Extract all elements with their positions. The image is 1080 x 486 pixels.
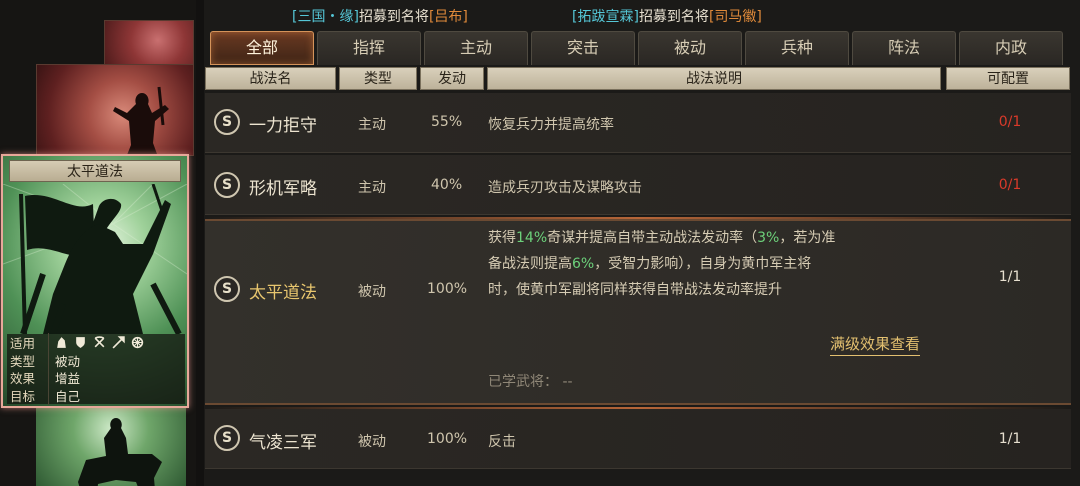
recruit-general-1: 吕布: [434, 9, 463, 25]
tactic-description: 获得14%奇谋并提高自带主动战法发动率（3%，若为准 备战法则提高6%，受智力影…: [488, 225, 835, 303]
tactic-description: 造成兵刃攻击及谋略攻击: [488, 180, 642, 196]
card-title: 太平道法: [9, 160, 181, 182]
recruit-announcement-2: [拓跋宣霖]招募到名将[司马徽]: [572, 6, 762, 28]
rank-s-badge: S: [214, 109, 240, 135]
card-info-applies: 适用: [7, 333, 185, 353]
learned-label: 已学武将：: [488, 374, 558, 390]
tactic-row[interactable]: S 一力拒守 主动 55% 恢复兵力并提高统率 0/1: [205, 93, 1071, 153]
tactic-name: 气凌三军: [249, 433, 317, 453]
tactic-type: 主动: [358, 117, 386, 133]
unit-type-icons: [49, 336, 144, 349]
warrior-silhouette-icon: [113, 86, 169, 155]
wheel-icon: [131, 337, 144, 349]
tactic-description: 恢复兵力并提高统率: [488, 117, 614, 133]
tactic-type: 主动: [358, 180, 386, 196]
tactic-artwork: [3, 184, 187, 334]
bracket: ]: [462, 9, 468, 25]
highlight-value: 3%: [757, 230, 780, 246]
tactic-card-thumbnail-top[interactable]: [104, 20, 194, 70]
description-line: 时，使黄巾军副将同样获得自带战法发动率提升: [488, 282, 782, 298]
recruit-general-2: 司马徽: [714, 9, 757, 25]
tactic-row[interactable]: S 气凌三军 被动 100% 反击 1/1: [205, 409, 1071, 469]
tactic-card-thumbnail-green[interactable]: [36, 404, 186, 486]
cavalry-icon: [57, 337, 66, 349]
card-info-panel: 适用 类型 被动 效果 增益 目标 自己: [7, 333, 185, 405]
tactic-rate: 40%: [431, 177, 463, 193]
tactic-card-thumbnail-red[interactable]: [36, 64, 194, 156]
bracket: ]: [756, 9, 762, 25]
tab-internal-affairs[interactable]: 内政: [959, 31, 1063, 65]
column-header-rate[interactable]: 发动: [420, 67, 484, 90]
text: ，若为准: [779, 230, 836, 246]
text: ，受智力影响），自身为黄巾军主将: [594, 256, 812, 272]
tactic-rate: 55%: [431, 114, 463, 130]
card-info-target: 目标 自己: [7, 385, 185, 405]
column-header-name[interactable]: 战法名: [205, 67, 336, 90]
bow-icon: [94, 336, 105, 348]
column-separator: [196, 0, 204, 486]
tactic-rate: 100%: [427, 281, 468, 297]
view-max-level-effect-link[interactable]: 满级效果查看: [830, 333, 921, 356]
tactic-type: 被动: [358, 434, 386, 450]
learned-value: --: [562, 374, 573, 390]
recruit-announcement-1: [三国・缘]招募到名将[吕布]: [292, 6, 468, 28]
tab-troop-type[interactable]: 兵种: [745, 31, 849, 65]
tactic-list: S 一力拒守 主动 55% 恢复兵力并提高统率 0/1 S 形机军略 主动 40…: [205, 93, 1071, 486]
tab-formation[interactable]: 阵法: [852, 31, 956, 65]
cavalry-silhouette-icon: [78, 418, 162, 486]
table-header: 战法名 类型 发动 战法说明 可配置: [205, 67, 1071, 91]
tactic-config-count: 1/1: [998, 269, 1022, 285]
highlight-value: 6%: [572, 256, 595, 272]
rank-s-badge: S: [214, 425, 240, 451]
shield-icon: [76, 337, 85, 349]
tab-assault[interactable]: 突击: [531, 31, 635, 65]
tab-active[interactable]: 主动: [424, 31, 528, 65]
description-line: 获得14%奇谋并提高自带主动战法发动率（3%，若为准: [488, 225, 835, 251]
tactic-config-count: 1/1: [998, 431, 1022, 447]
type-label: 类型: [7, 350, 49, 370]
tactic-config-count: 0/1: [998, 177, 1022, 193]
text: 获得: [488, 230, 516, 246]
tactic-type: 被动: [358, 284, 386, 300]
rank-s-badge: S: [214, 172, 240, 198]
effect-label: 效果: [7, 368, 49, 388]
effect-value: 增益: [55, 371, 81, 387]
recruit-text-1: 招募到名将: [358, 9, 429, 25]
tab-all[interactable]: 全部: [210, 31, 314, 65]
tactic-category-tabs: 全部 指挥 主动 突击 被动 兵种 阵法 内政: [210, 31, 1070, 65]
selected-tactic-card[interactable]: 太平道法 适用 类型 被动 效果 增益 目标 自己: [1, 154, 189, 408]
text: 奇谋并提高自带主动战法发动率（: [547, 230, 758, 246]
tactic-card-column: 太平道法 适用 类型 被动 效果 增益 目标 自己: [0, 0, 200, 486]
tactic-row[interactable]: S 形机军略 主动 40% 造成兵刃攻击及谋略攻击 0/1: [205, 155, 1071, 215]
recruit-source-1: 三国・缘: [297, 9, 354, 25]
card-info-effect: 效果 增益: [7, 368, 185, 388]
tab-command[interactable]: 指挥: [317, 31, 421, 65]
recruit-source-2: 拓跋宣霖: [577, 9, 634, 25]
recruit-announcement-bar: [三国・缘]招募到名将[吕布] [拓跋宣霖]招募到名将[司马徽]: [200, 6, 1080, 28]
tactic-name: 太平道法: [249, 283, 317, 303]
column-header-type[interactable]: 类型: [339, 67, 417, 90]
tactic-rate: 100%: [427, 431, 468, 447]
spear-icon: [112, 336, 125, 349]
tactic-config-count: 0/1: [998, 114, 1022, 130]
type-value: 被动: [55, 353, 81, 369]
highlight-value: 14%: [516, 230, 548, 246]
rank-s-badge: S: [214, 276, 240, 302]
column-header-config[interactable]: 可配置: [946, 67, 1070, 90]
recruit-text-2: 招募到名将: [638, 9, 709, 25]
tactic-name: 一力拒守: [249, 116, 317, 136]
text: 备战法则提高: [488, 256, 572, 272]
card-info-type: 类型 被动: [7, 350, 185, 370]
target-value: 自己: [55, 388, 81, 404]
tactic-description: 反击: [488, 434, 516, 450]
tactic-name: 形机军略: [249, 179, 317, 199]
tactic-row-expanded[interactable]: S 太平道法 被动 100% 获得14%奇谋并提高自带主动战法发动率（3%，若为…: [205, 219, 1071, 405]
target-label: 目标: [7, 385, 49, 405]
applies-label: 适用: [7, 333, 49, 353]
tab-passive[interactable]: 被动: [638, 31, 742, 65]
column-header-description: 战法说明: [487, 67, 941, 90]
description-line: 备战法则提高6%，受智力影响），自身为黄巾军主将: [488, 251, 835, 277]
learned-generals: 已学武将： --: [488, 371, 573, 391]
